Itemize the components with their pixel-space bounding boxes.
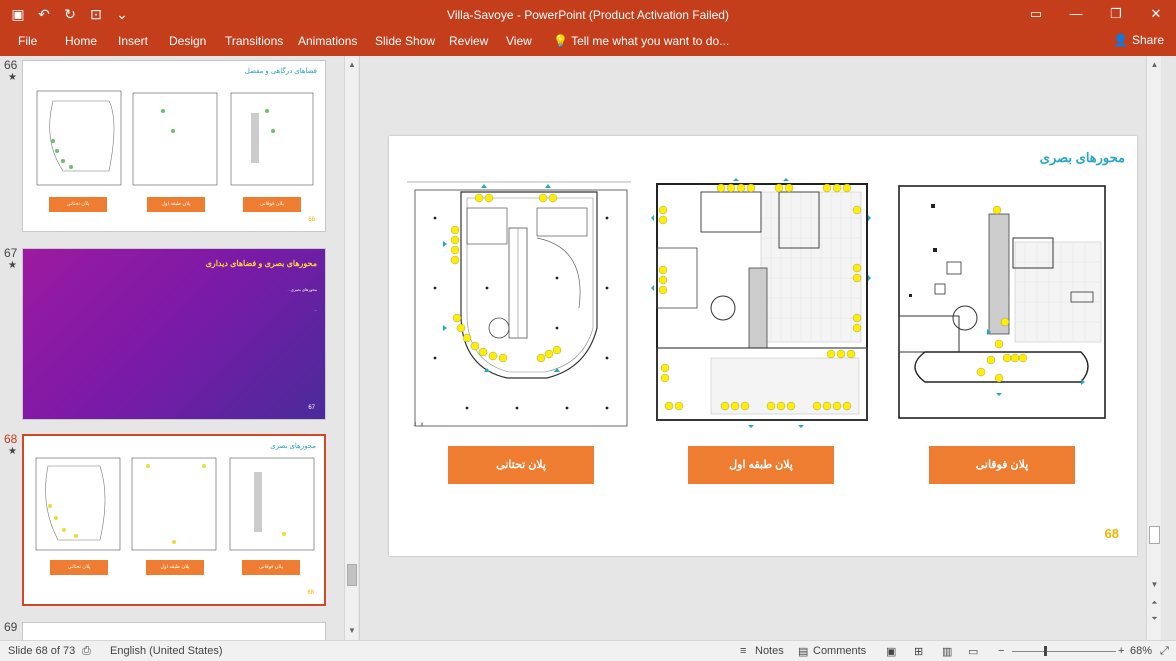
thumb-page-number: 66 — [308, 217, 315, 223]
scroll-down-icon[interactable]: ▼ — [345, 624, 359, 638]
slide-thumbnail-68[interactable]: محورهای بصری پلان تحتانی پلان طبقه اول پ… — [22, 434, 326, 606]
zoom-slider[interactable] — [1012, 651, 1116, 652]
scroll-down-icon[interactable]: ▼ — [1147, 578, 1162, 592]
reading-view-icon[interactable]: ▥ — [942, 645, 952, 658]
minimize-icon[interactable]: — — [1056, 0, 1096, 30]
slide-scrollbar[interactable]: ▲ ▼ ⏶ ⏷ — [1146, 56, 1161, 640]
tab-insert[interactable]: Insert — [118, 34, 148, 48]
powerpoint-window: ▣ ↶ ↻ ⊡ ⌄ Villa-Savoye - PowerPoint (Pro… — [0, 0, 1176, 661]
scroll-thumb[interactable] — [347, 564, 357, 586]
normal-view-icon[interactable]: ▣ — [886, 645, 896, 658]
language-indicator[interactable]: English (United States) — [110, 645, 223, 657]
thumb-title: محورهای بصری و فضاهای دیداری — [205, 259, 317, 268]
status-bar: Slide 68 of 73 ⎙ English (United States)… — [0, 640, 1176, 661]
spell-check-icon[interactable]: ⎙ — [82, 645, 91, 658]
share-label: Share — [1131, 33, 1164, 47]
slide-thumbnail-69[interactable] — [22, 622, 326, 640]
slide-thumbnail-pane: 66 ★ فضاهای درگاهی و مفصل پلان تحتانی پل… — [0, 56, 360, 640]
notes-icon[interactable]: ≡ — [740, 645, 746, 657]
thumb-button: پلان طبقه اول — [147, 197, 205, 212]
slide-count: Slide 68 of 73 — [8, 645, 76, 657]
fit-slide-icon[interactable]: ⤢ — [1160, 645, 1169, 658]
roof-plan[interactable] — [895, 182, 1109, 424]
ribbon-tabs: File Home Insert Design Transitions Anim… — [0, 30, 1176, 56]
roof-plan-button[interactable]: پلان فوقانی — [929, 446, 1075, 484]
thumb-page-number: 68 — [307, 590, 314, 596]
svg-text:⊥ x: ⊥ x — [413, 421, 424, 428]
slide-sorter-icon[interactable]: ⊞ — [914, 645, 923, 658]
slide-thumbnail-66[interactable]: فضاهای درگاهی و مفصل پلان تحتانی پلان طب… — [22, 60, 326, 232]
ground-floor-plan[interactable]: ⊥ x — [407, 178, 637, 430]
thumb-text-line: ... — [313, 307, 317, 312]
zoom-out-icon[interactable]: − — [998, 645, 1004, 657]
share-button[interactable]: 👤 Share — [1113, 33, 1164, 47]
thumb-text-line: محورهای بصری... — [287, 287, 317, 292]
animation-star-icon: ★ — [8, 72, 17, 83]
previous-slide-icon[interactable]: ⏶ — [1147, 596, 1162, 610]
thumb-button: پلان فوقانی — [242, 560, 300, 575]
comments-icon[interactable]: ▤ — [798, 645, 808, 658]
thumb-button: پلان فوقانی — [243, 197, 301, 212]
thumb-floor-plans — [35, 457, 315, 551]
ground-floor-plan-button[interactable]: پلان تحتانی — [448, 446, 594, 484]
next-slide-icon[interactable]: ⏷ — [1147, 612, 1162, 626]
window-title: Villa-Savoye - PowerPoint (Product Activ… — [447, 8, 729, 22]
tab-home[interactable]: Home — [65, 34, 97, 48]
slide-page-number: 68 — [1104, 526, 1119, 541]
notes-button[interactable]: Notes — [755, 645, 784, 657]
tab-review[interactable]: Review — [449, 34, 488, 48]
slide-editing-area: محورهای بصری ⊥ x پلان تحتانی پلان طبقه ا… — [361, 56, 1161, 640]
tab-slide-show[interactable]: Slide Show — [375, 34, 435, 48]
lightbulb-icon: 💡 — [553, 34, 568, 48]
current-slide[interactable]: محورهای بصری ⊥ x پلان تحتانی پلان طبقه ا… — [389, 136, 1137, 556]
tell-me-search[interactable]: 💡 Tell me what you want to do... — [553, 34, 729, 48]
thumb-button: پلان تحتانی — [49, 197, 107, 212]
tab-file[interactable]: File — [18, 34, 37, 48]
slide-title[interactable]: محورهای بصری — [1040, 150, 1125, 166]
first-floor-plan[interactable] — [651, 178, 871, 430]
zoom-slider-handle[interactable] — [1044, 646, 1047, 656]
thumb-page-number: 67 — [308, 405, 315, 411]
scroll-up-icon[interactable]: ▲ — [1147, 58, 1162, 72]
tab-transitions[interactable]: Transitions — [225, 34, 283, 48]
first-floor-plan-button[interactable]: پلان طبقه اول — [688, 446, 834, 484]
tab-view[interactable]: View — [506, 34, 532, 48]
thumb-button: پلان طبقه اول — [146, 560, 204, 575]
title-bar: ▣ ↶ ↻ ⊡ ⌄ Villa-Savoye - PowerPoint (Pro… — [0, 0, 1176, 30]
thumb-number: 69 — [4, 620, 18, 634]
scroll-thumb[interactable] — [1149, 526, 1160, 544]
animation-star-icon: ★ — [8, 260, 17, 271]
thumb-number: 68 — [4, 432, 18, 446]
zoom-in-icon[interactable]: + — [1118, 645, 1124, 657]
person-icon: 👤 — [1113, 33, 1128, 47]
close-icon[interactable]: ✕ — [1136, 0, 1176, 30]
ribbon-display-icon[interactable]: ▭ — [1016, 0, 1056, 30]
tab-design[interactable]: Design — [169, 34, 206, 48]
thumb-button: پلان تحتانی — [50, 560, 108, 575]
thumb-number: 67 — [4, 246, 18, 260]
tell-me-label: Tell me what you want to do... — [571, 34, 730, 48]
comments-button[interactable]: Comments — [813, 645, 866, 657]
tab-animations[interactable]: Animations — [298, 34, 357, 48]
animation-star-icon: ★ — [8, 446, 17, 457]
zoom-level[interactable]: 68% — [1130, 645, 1152, 657]
window-controls: ▭ — ❐ ✕ — [1016, 0, 1176, 30]
thumb-number: 66 — [4, 58, 18, 72]
slideshow-view-icon[interactable]: ▭ — [968, 645, 978, 658]
scroll-up-icon[interactable]: ▲ — [345, 58, 359, 72]
thumbnail-scrollbar[interactable]: ▲ ▼ — [344, 56, 358, 640]
restore-icon[interactable]: ❐ — [1096, 0, 1136, 30]
slide-thumbnail-67[interactable]: محورهای بصری و فضاهای دیداری محورهای بصر… — [22, 248, 326, 420]
